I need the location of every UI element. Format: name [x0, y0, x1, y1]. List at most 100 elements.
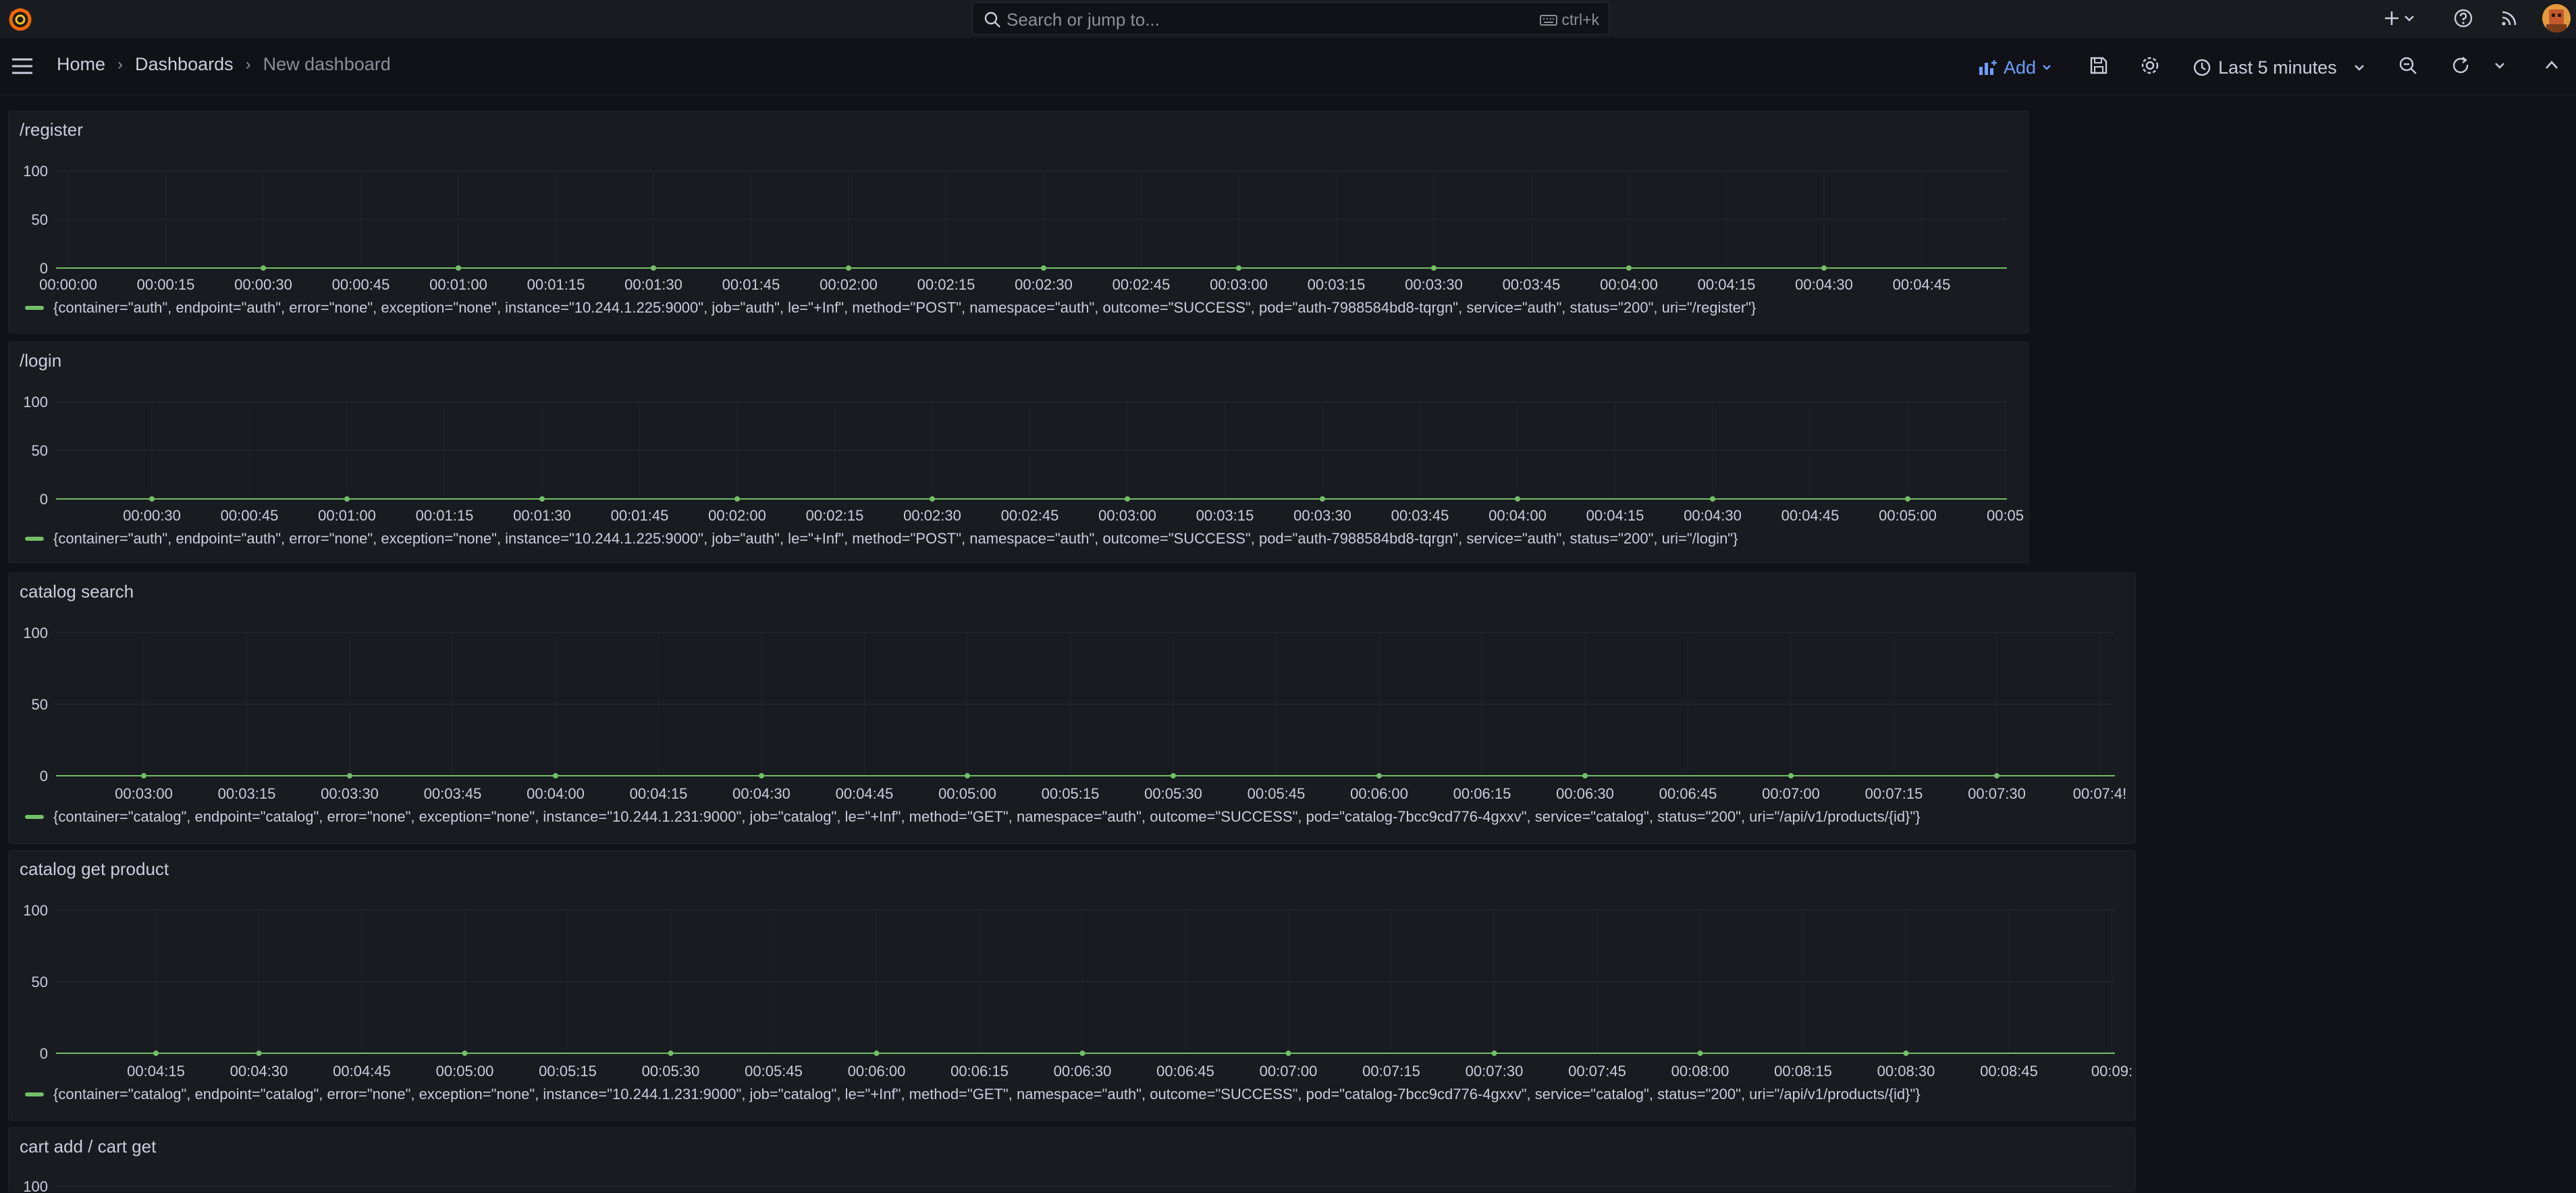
- legend-item[interactable]: {container="catalog", endpoint="catalog"…: [25, 1086, 1921, 1103]
- chevron-down-icon[interactable]: [2403, 12, 2415, 24]
- zoom-out-icon[interactable]: [2398, 55, 2418, 76]
- x-tick-label: 00:05:15: [1042, 785, 1100, 802]
- y-tick-label: 0: [40, 1045, 48, 1062]
- series-color-swatch: [25, 537, 44, 541]
- rss-icon[interactable]: [2499, 8, 2519, 28]
- menu-icon[interactable]: [11, 57, 34, 76]
- grafana-logo-icon[interactable]: [7, 5, 34, 32]
- x-tick-label: 00:00:45: [332, 276, 390, 293]
- x-tick-label: 00:02:15: [917, 276, 975, 293]
- panel-cart[interactable]: cart add / cart get 100: [8, 1128, 2136, 1193]
- y-tick-label: 100: [23, 163, 48, 180]
- add-panel-icon: [1979, 60, 1997, 75]
- legend-item[interactable]: {container="auth", endpoint="auth", erro…: [25, 299, 1756, 317]
- chevron-down-icon[interactable]: [2494, 59, 2506, 72]
- y-tick-label: 100: [23, 902, 48, 919]
- x-tick-label: 00:07:00: [1260, 1063, 1318, 1080]
- search-placeholder: Search or jump to...: [1007, 9, 1160, 30]
- x-tick-label: 00:04:45: [333, 1063, 391, 1080]
- data-point: [149, 496, 155, 502]
- x-tick-label: 00:08:15: [1774, 1063, 1832, 1080]
- y-tick-label: 50: [32, 442, 48, 459]
- help-icon[interactable]: [2453, 8, 2473, 28]
- x-tick-label: 00:04:15: [1698, 276, 1756, 293]
- x-tick-label: 00:02:00: [820, 276, 878, 293]
- x-tick-label: 00:06:00: [848, 1063, 906, 1080]
- avatar[interactable]: [2542, 4, 2571, 32]
- search-input[interactable]: Search or jump to... ctrl+k: [972, 2, 1609, 34]
- settings-icon[interactable]: [2140, 55, 2160, 76]
- y-tick-label: 50: [32, 974, 48, 990]
- refresh-icon[interactable]: [2450, 55, 2471, 76]
- series-color-swatch: [25, 815, 44, 819]
- breadcrumb-home[interactable]: Home: [57, 54, 105, 75]
- save-icon[interactable]: [2089, 55, 2109, 76]
- time-range-label: Last 5 minutes: [2218, 57, 2337, 78]
- chevron-down-icon: [2043, 65, 2051, 70]
- x-tick-label: 00:03:45: [424, 785, 482, 802]
- x-tick-label: 00:03:45: [1391, 507, 1449, 524]
- keyboard-shortcut: ctrl+k: [1540, 11, 1599, 29]
- plus-icon[interactable]: [2382, 8, 2402, 28]
- x-tick-label: 00:01:00: [429, 276, 487, 293]
- shortcut-label: ctrl+k: [1561, 11, 1599, 28]
- legend-item[interactable]: {container="catalog", endpoint="catalog"…: [25, 808, 1921, 826]
- x-tick-label: 00:03:30: [1293, 507, 1351, 524]
- y-tick-label: 100: [23, 394, 48, 410]
- data-point: [1994, 773, 2000, 778]
- breadcrumb-dashboards[interactable]: Dashboards: [135, 54, 234, 75]
- data-point: [874, 1051, 880, 1056]
- x-tick-label: 00:05:30: [642, 1063, 700, 1080]
- x-tick-label: 00:05:15: [539, 1063, 597, 1080]
- x-tick-label: 00:05:00: [1879, 507, 1937, 524]
- add-button[interactable]: Add: [1978, 54, 2052, 81]
- x-tick-label: 00:01:00: [318, 507, 376, 524]
- x-tick-label: 00:04:30: [1684, 507, 1742, 524]
- time-range-picker[interactable]: Last 5 minutes: [2193, 54, 2365, 81]
- x-tick-label: 00:04:30: [732, 785, 790, 802]
- y-tick-label: 50: [32, 696, 48, 713]
- x-tick-label: 00:06:45: [1659, 785, 1717, 802]
- time-series-chart: 0 50 100 00:04:15 00:04:30 00:04:45 00:05:00 00…: [23, 902, 2132, 1080]
- x-tick-label: 00:06:15: [1453, 785, 1511, 802]
- data-point: [1236, 265, 1241, 271]
- x-tick-label: 00:09:: [2091, 1063, 2132, 1080]
- data-point: [1491, 1051, 1497, 1056]
- legend-item[interactable]: {container="auth", endpoint="auth", erro…: [25, 530, 1738, 548]
- x-tick-label: 00:05:00: [436, 1063, 494, 1080]
- data-point: [668, 1051, 674, 1056]
- y-tick-label: 0: [40, 260, 48, 277]
- panel-catalog-search[interactable]: catalog search 0 50 100 00:03:00 00:03:15 00:…: [8, 573, 2136, 844]
- x-tick-label: 00:05:45: [745, 1063, 803, 1080]
- panel-catalog-get-product[interactable]: catalog get product 0 50 100 00:04:15 00:04:…: [8, 850, 2136, 1121]
- data-point: [1285, 1051, 1291, 1056]
- collapse-icon[interactable]: [2544, 58, 2560, 72]
- x-tick-label: 00:04:15: [630, 785, 688, 802]
- data-point: [553, 773, 558, 778]
- data-point: [256, 1051, 262, 1056]
- data-point: [759, 773, 764, 778]
- x-tick-label: 00:00:15: [137, 276, 195, 293]
- legend-label: {container="auth", endpoint="auth", erro…: [53, 299, 1756, 316]
- avatar-image: [2542, 4, 2571, 32]
- panel-register[interactable]: /register 0 50 100 00:00:00 00:00:15 00:00:30…: [8, 111, 2029, 334]
- y-tick-label: 50: [32, 211, 48, 228]
- data-point: [651, 265, 656, 271]
- data-point: [1788, 773, 1794, 778]
- chevron-right-icon: ›: [245, 55, 251, 74]
- data-point: [846, 265, 851, 271]
- data-point: [347, 773, 352, 778]
- x-tick-label: 00:04:15: [127, 1063, 185, 1080]
- x-tick-label: 00:02:15: [806, 507, 864, 524]
- x-tick-label: 00:01:30: [513, 507, 571, 524]
- data-point: [1376, 773, 1382, 778]
- x-tick-label: 00:03:45: [1503, 276, 1561, 293]
- data-point: [1903, 1051, 1909, 1056]
- keyboard-icon: [1540, 14, 1558, 26]
- x-tick-label: 00:04:00: [1600, 276, 1658, 293]
- panel-login[interactable]: /login 0 50 100 00:00:30 00:00:45 00:01:00 00:…: [8, 342, 2029, 563]
- x-tick-label: 00:00:30: [234, 276, 292, 293]
- series-color-swatch: [25, 306, 44, 310]
- x-tick-label: 00:03:00: [1210, 276, 1268, 293]
- x-tick-label: 00:03:15: [1308, 276, 1366, 293]
